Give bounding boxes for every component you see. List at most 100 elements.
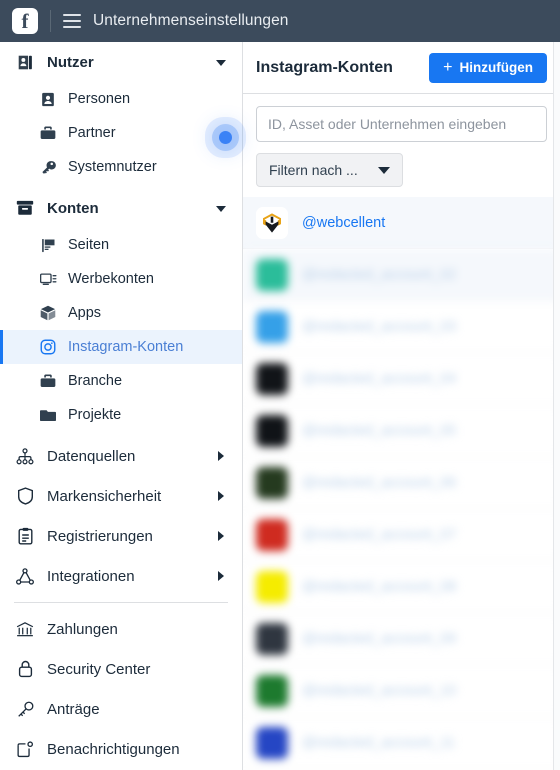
sidebar-item-partner[interactable]: Partner	[0, 116, 242, 150]
account-avatar	[256, 674, 288, 707]
sidebar-group-konten[interactable]: Konten	[0, 188, 242, 228]
account-list-item[interactable]: @redacted_account_03	[243, 301, 560, 353]
account-name: @redacted_account_02	[302, 266, 457, 283]
sidebar-item-label: Personen	[68, 91, 131, 107]
person-badge-icon	[38, 92, 58, 107]
chevron-right-icon[interactable]	[218, 531, 224, 541]
chevron-down-icon[interactable]	[216, 60, 226, 66]
sidebar-item-zahlungen[interactable]: Zahlungen	[0, 609, 242, 649]
sidebar-item-integrationen[interactable]: Integrationen	[0, 556, 242, 596]
sidebar-item-label: Markensicherheit	[47, 487, 162, 505]
filter-bar: Filtern nach ...	[243, 94, 560, 197]
scrollbar[interactable]	[553, 42, 560, 770]
chevron-down-icon	[377, 166, 390, 174]
integrations-icon	[14, 567, 36, 585]
account-list-item[interactable]: @redacted_account_04	[243, 353, 560, 405]
account-avatar	[256, 726, 288, 759]
account-avatar	[256, 518, 288, 551]
hamburger-menu-icon[interactable]	[63, 14, 81, 28]
account-list-item[interactable]: @redacted_account_02	[243, 249, 560, 301]
sidebar-item-projekte[interactable]: Projekte	[0, 398, 242, 432]
sidebar-item-label: Projekte	[68, 407, 122, 423]
key-icon	[14, 701, 36, 718]
sidebar-item-label: Instagram-Konten	[68, 339, 184, 355]
ad-account-icon	[38, 272, 58, 286]
search-input[interactable]	[256, 106, 547, 142]
sidebar-item-markensicherheit[interactable]: Markensicherheit	[0, 476, 242, 516]
account-avatar	[256, 570, 288, 603]
account-avatar	[256, 622, 288, 655]
sidebar-item-label: Zahlungen	[47, 620, 118, 638]
sidebar-item-label: Partner	[68, 125, 116, 141]
add-button[interactable]: + Hinzufügen	[429, 52, 547, 83]
sidebar-item-personen[interactable]: Personen	[0, 82, 242, 116]
sidebar-item-security-center[interactable]: Security Center	[0, 649, 242, 689]
account-list-item[interactable]: @webcellent	[243, 197, 560, 249]
key-icon	[38, 160, 58, 175]
account-list: @webcellent @redacted_account_02 @redacted…	[243, 197, 560, 769]
sidebar-item-instagram-konten[interactable]: Instagram-Konten	[0, 330, 242, 364]
briefcase-icon	[38, 374, 58, 388]
sidebar-item-label: Security Center	[47, 660, 151, 678]
sidebar: Nutzer Personen Partner Systemnutzer Kon…	[0, 42, 243, 770]
sidebar-item-systemnutzer[interactable]: Systemnutzer	[0, 150, 242, 184]
sidebar-item-label: Systemnutzer	[68, 159, 157, 175]
account-list-item[interactable]: @redacted_account_07	[243, 509, 560, 561]
sidebar-item-seiten[interactable]: Seiten	[0, 228, 242, 262]
sidebar-item-label: Benachrichtigungen	[47, 740, 180, 758]
account-list-item[interactable]: @redacted_account_08	[243, 561, 560, 613]
app-root: f Unternehmenseinstellungen Nutzer Perso…	[0, 0, 560, 770]
sidebar-item-label: Integrationen	[47, 567, 135, 585]
filter-dropdown[interactable]: Filtern nach ...	[256, 153, 403, 187]
top-bar: f Unternehmenseinstellungen	[0, 0, 560, 42]
shield-icon	[14, 487, 36, 505]
sidebar-item-label: Registrierungen	[47, 527, 153, 545]
sidebar-item-label: Seiten	[68, 237, 110, 253]
chevron-right-icon[interactable]	[218, 571, 224, 581]
account-list-item[interactable]: @redacted_account_05	[243, 405, 560, 457]
sidebar-item-apps[interactable]: Apps	[0, 296, 242, 330]
chevron-down-icon[interactable]	[216, 206, 226, 212]
sidebar-group-label: Konten	[47, 199, 99, 217]
account-name: @redacted_account_10	[302, 682, 457, 699]
chevron-right-icon[interactable]	[218, 451, 224, 461]
sidebar-item-werbekonten[interactable]: Werbekonten	[0, 262, 242, 296]
bell-notification-icon	[14, 740, 36, 758]
contact-card-icon	[14, 54, 36, 71]
data-sources-icon	[14, 447, 36, 465]
chevron-right-icon[interactable]	[218, 491, 224, 501]
click-indicator-dot	[219, 131, 232, 144]
sidebar-item-benachrichtigungen[interactable]: Benachrichtigungen	[0, 729, 242, 769]
account-avatar	[256, 414, 288, 447]
topbar-divider	[50, 10, 51, 32]
sidebar-item-label: Branche	[68, 373, 123, 389]
account-name: @redacted_account_06	[302, 474, 457, 491]
account-avatar	[256, 362, 288, 395]
account-name: @redacted_account_03	[302, 318, 457, 335]
filter-dropdown-label: Filtern nach ...	[269, 162, 358, 178]
lock-icon	[14, 660, 36, 678]
main-panel-title: Instagram-Konten	[256, 58, 393, 76]
instagram-camera-icon	[38, 339, 58, 355]
facebook-logo[interactable]: f	[12, 8, 38, 34]
sidebar-item-antraege[interactable]: Anträge	[0, 689, 242, 729]
account-list-item[interactable]: @redacted_account_09	[243, 613, 560, 665]
sidebar-group-label: Nutzer	[47, 53, 94, 71]
sidebar-group-nutzer[interactable]: Nutzer	[0, 42, 242, 82]
archive-box-icon	[14, 200, 36, 216]
sidebar-item-label: Datenquellen	[47, 447, 136, 465]
account-name: @redacted_account_04	[302, 370, 457, 387]
account-list-item[interactable]: @redacted_account_11	[243, 717, 560, 769]
sidebar-item-datenquellen[interactable]: Datenquellen	[0, 436, 242, 476]
bank-icon	[14, 621, 36, 638]
sidebar-item-branche[interactable]: Branche	[0, 364, 242, 398]
sidebar-item-label: Apps	[68, 305, 102, 321]
account-list-item[interactable]: @redacted_account_10	[243, 665, 560, 717]
webcellent-hexagon-logo	[256, 206, 288, 239]
sidebar-item-label: Werbekonten	[68, 271, 154, 287]
sidebar-divider	[14, 602, 228, 603]
flag-icon	[38, 238, 58, 253]
account-list-item[interactable]: @redacted_account_06	[243, 457, 560, 509]
folder-icon	[38, 408, 58, 422]
sidebar-item-registrierungen[interactable]: Registrierungen	[0, 516, 242, 556]
